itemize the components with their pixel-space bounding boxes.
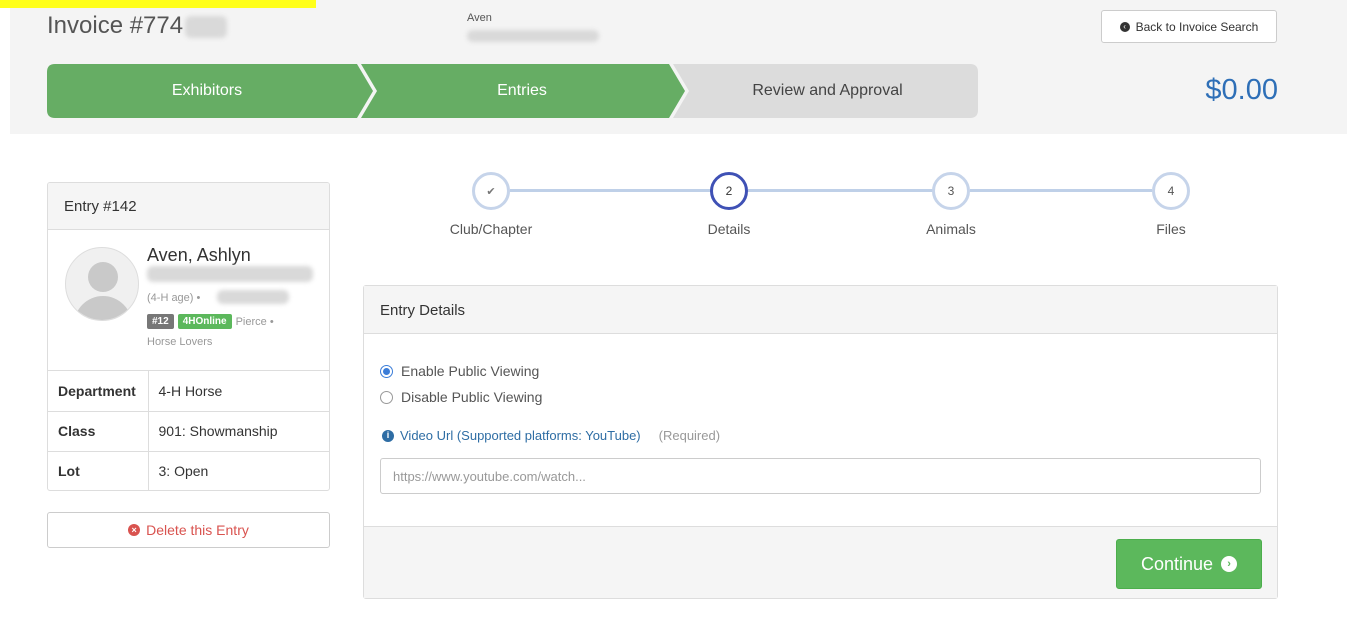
wizard-step-animals[interactable]: 3 xyxy=(932,172,970,210)
step-exhibitors[interactable]: Exhibitors xyxy=(47,64,367,118)
avatar-body-shape xyxy=(74,296,132,320)
redacted-age-detail xyxy=(217,290,289,304)
check-icon: ✔ xyxy=(486,185,496,198)
delete-entry-button[interactable]: × Delete this Entry xyxy=(47,512,330,548)
video-url-input[interactable] xyxy=(380,458,1261,494)
age-text: (4-H age) • xyxy=(147,292,201,304)
lot-value: 3: Open xyxy=(148,450,329,490)
video-url-label: i Video Url (Supported platforms: YouTub… xyxy=(382,428,720,443)
club-name: Horse Lovers xyxy=(147,336,213,348)
exhibitor-tags: #12 4HOnline Pierce • xyxy=(147,314,274,329)
info-icon: i xyxy=(382,429,394,442)
step-review-approval[interactable]: Review and Approval xyxy=(677,64,978,118)
wizard-label-club-chapter: Club/Chapter xyxy=(449,221,533,237)
step-entries[interactable]: Entries xyxy=(367,64,677,118)
class-label: Class xyxy=(48,410,149,451)
highlight-marker xyxy=(0,0,316,8)
disable-public-viewing-radio[interactable] xyxy=(380,390,393,404)
enable-public-viewing-option[interactable]: Enable Public Viewing xyxy=(380,363,539,379)
redacted-exhibitor-detail xyxy=(467,30,599,42)
circle-x-icon: × xyxy=(128,524,141,536)
class-value: 901: Showmanship xyxy=(148,410,329,451)
entry-details-title: Entry Details xyxy=(364,286,1277,334)
entry-title: Entry #142 xyxy=(48,183,329,230)
lot-label: Lot xyxy=(48,450,149,490)
continue-button[interactable]: Continue › xyxy=(1116,539,1262,589)
table-row: Class 901: Showmanship xyxy=(48,410,329,451)
member-number-badge: #12 xyxy=(147,314,174,329)
required-indicator: (Required) xyxy=(658,428,721,443)
avatar-head-shape xyxy=(88,262,118,292)
table-row: Lot 3: Open xyxy=(48,450,329,490)
wizard-label-animals: Animals xyxy=(926,221,976,237)
redacted-invoice-number xyxy=(185,15,228,38)
invoice-total: $0.00 xyxy=(1205,74,1278,106)
exhibitor-full-name: Aven, Ashlyn xyxy=(147,245,251,265)
table-row: Department 4-H Horse xyxy=(48,371,329,411)
entry-wizard-steps: ✔ 2 3 4 Club/Chapter Details Animals Fil… xyxy=(395,168,1255,238)
circle-arrow-right-icon: › xyxy=(1221,556,1238,572)
circle-arrow-left-icon: ‹ xyxy=(1119,21,1130,32)
disable-public-viewing-option[interactable]: Disable Public Viewing xyxy=(380,389,542,405)
entry-details-panel: Entry Details Enable Public Viewing Disa… xyxy=(363,285,1278,599)
wizard-connector xyxy=(510,189,728,192)
wizard-step-details[interactable]: 2 xyxy=(710,172,748,210)
invoice-step-bar: Exhibitors Entries Review and Approval xyxy=(47,64,978,118)
enable-public-viewing-radio[interactable] xyxy=(380,364,393,378)
redacted-exhibitor-info xyxy=(147,266,313,282)
department-value: 4-H Horse xyxy=(158,382,223,399)
wizard-label-files: Files xyxy=(1156,221,1186,237)
entry-info-table: Department 4-H Horse Class 901: Showmans… xyxy=(48,371,329,490)
exhibitor-name: Aven xyxy=(467,12,492,24)
avatar xyxy=(65,247,139,321)
invoice-title: Invoice #774 xyxy=(47,12,228,40)
wizard-step-files[interactable]: 4 xyxy=(1152,172,1190,210)
department-label: Department xyxy=(48,371,149,411)
source-badge: 4HOnline xyxy=(177,314,232,329)
back-to-invoice-search-button[interactable]: ‹ Back to Invoice Search xyxy=(1101,10,1277,43)
county-text: Pierce • xyxy=(235,315,274,328)
wizard-label-details: Details xyxy=(707,221,751,237)
wizard-connector xyxy=(748,189,950,192)
wizard-step-club-chapter[interactable]: ✔ xyxy=(472,172,510,210)
wizard-connector xyxy=(970,189,1152,192)
